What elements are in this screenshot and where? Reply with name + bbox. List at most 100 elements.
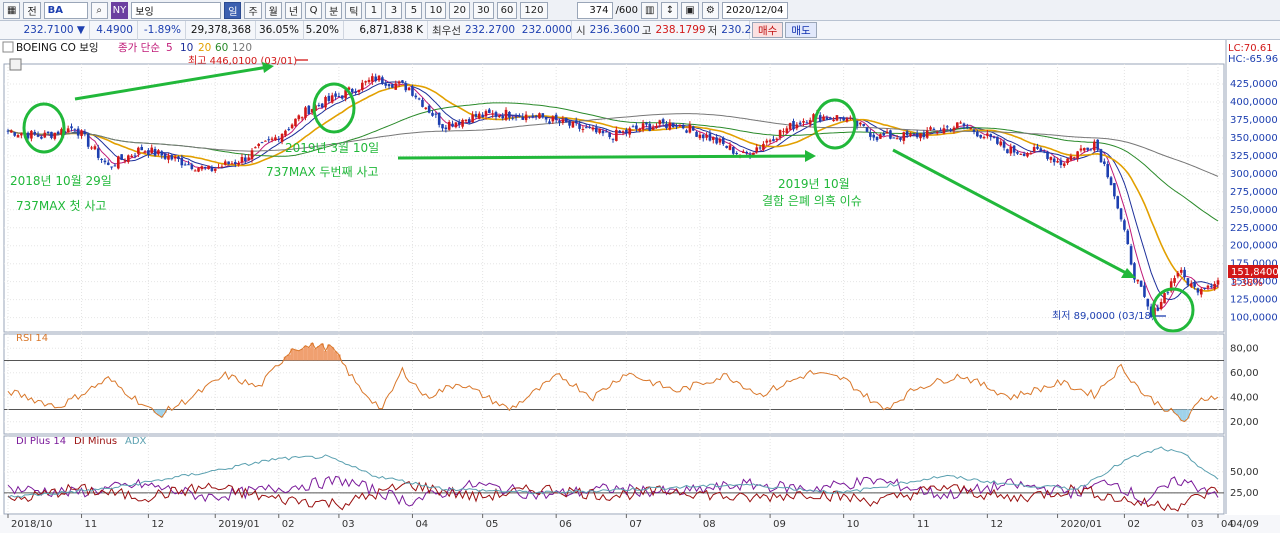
candle-body <box>618 130 621 134</box>
candle-body <box>862 123 865 126</box>
candle-body <box>86 133 90 147</box>
interval-20-button[interactable]: 20 <box>449 1 470 19</box>
legend-ma20: 20 <box>198 42 211 54</box>
x-tick-label: 03 <box>1191 519 1204 530</box>
interval-3-button[interactable]: 3 <box>385 1 403 19</box>
candle-body <box>50 131 53 138</box>
candle-body <box>558 120 561 123</box>
candle-body <box>1166 292 1170 294</box>
x-tick-label: 08 <box>703 519 716 530</box>
market-select[interactable]: 전 <box>23 1 41 19</box>
period-week-button[interactable]: 주 <box>244 1 262 19</box>
price-tick-label: 100,0000 <box>1230 313 1278 324</box>
period-tick-button[interactable]: 틱 <box>345 1 363 19</box>
candle-body <box>611 138 615 140</box>
date-input[interactable]: 2020/12/04 <box>721 1 788 19</box>
stock-chart[interactable]: 425,0000 400,0000 375,0000 350,0000 325,0000… <box>0 40 1280 533</box>
candle-body <box>424 107 428 109</box>
sell-button[interactable]: 매도 <box>785 22 817 38</box>
candle-body <box>187 164 190 166</box>
search-icon[interactable]: ⌕ <box>90 1 108 19</box>
settings-icon[interactable]: ⚙ <box>701 1 719 19</box>
candle-body <box>357 89 361 93</box>
candle-body <box>1026 153 1029 157</box>
candle-body <box>989 134 993 138</box>
period-year-button[interactable]: 년 <box>284 1 303 19</box>
price-tick-label: 275,0000 <box>1230 187 1278 198</box>
high-value: 238.1799 <box>655 24 706 36</box>
candle-body <box>1079 148 1083 151</box>
candle-body <box>240 157 244 163</box>
candle-body <box>203 166 207 168</box>
candle-body <box>668 122 672 130</box>
candle-body <box>641 123 645 130</box>
save-icon[interactable]: ▣ <box>681 1 699 19</box>
candle-body <box>982 137 986 139</box>
candle-body <box>902 132 906 141</box>
period-minute-button[interactable]: 분 <box>325 1 343 19</box>
candle-body <box>160 151 164 156</box>
candle-body <box>1052 158 1056 163</box>
candle-body <box>371 76 374 82</box>
candle-body <box>491 113 494 115</box>
interval-10-button[interactable]: 10 <box>425 1 447 19</box>
candle-body <box>106 162 110 165</box>
chart-type-icon[interactable]: ▥ <box>640 1 659 19</box>
symbol-input[interactable]: BA <box>43 1 88 19</box>
grid-icon[interactable]: ▦ <box>3 1 21 19</box>
candle-body <box>13 132 16 136</box>
chart-style-icon[interactable]: ↕ <box>661 1 679 19</box>
candle-body <box>655 126 658 128</box>
candle-body <box>56 131 60 135</box>
interval-5-button[interactable]: 5 <box>405 1 423 19</box>
candle-body <box>434 113 438 115</box>
candle-body <box>40 136 43 139</box>
interval-1-button[interactable]: 1 <box>365 1 383 19</box>
candle-body <box>792 120 795 130</box>
candle-body <box>414 95 418 98</box>
candle-body <box>391 84 394 88</box>
candle-body <box>675 125 678 127</box>
candle-body <box>1199 288 1203 295</box>
count-input[interactable]: 374 <box>576 1 613 19</box>
candle-body <box>588 126 591 128</box>
candle-body <box>979 134 982 138</box>
candle-body <box>264 140 267 142</box>
candle-body <box>304 107 307 118</box>
price-tick-label: 200,0000 <box>1230 241 1278 252</box>
period-quarter-button[interactable]: Q <box>305 1 323 19</box>
rsi-legend: RSI 14 <box>16 333 48 344</box>
candle-body <box>284 130 287 136</box>
candle-body <box>1136 279 1140 282</box>
stock-name-field: 보잉 <box>131 1 222 19</box>
candle-body <box>678 124 682 127</box>
legend-checkbox[interactable] <box>2 41 14 53</box>
x-tick-label: 2019/01 <box>218 519 260 530</box>
x-tick-label: 02 <box>282 519 295 530</box>
zoom-icon[interactable] <box>9 58 22 71</box>
interval-120-button[interactable]: 120 <box>520 1 548 19</box>
price-tick-label: 250,0000 <box>1230 205 1278 216</box>
candle-body <box>966 126 969 128</box>
x-tick-label: 04/09 <box>1230 519 1259 530</box>
candle-body <box>1123 220 1126 230</box>
candle-body <box>484 111 488 117</box>
candle-body <box>728 145 732 150</box>
candle-body <box>320 103 324 108</box>
candle-body <box>1072 157 1076 159</box>
buy-button[interactable]: 매수 <box>752 22 784 38</box>
legend-ma5: 5 <box>166 42 173 54</box>
arrow-line-2 <box>397 154 809 160</box>
period-month-button[interactable]: 월 <box>264 1 282 19</box>
scale-lc: LC:70.61 <box>1228 43 1273 54</box>
candle-body <box>922 132 926 138</box>
candle-body <box>1002 141 1006 148</box>
candle-body <box>1119 208 1123 220</box>
interval-30-button[interactable]: 30 <box>472 1 494 19</box>
rsi-title: RSI 14 <box>16 333 48 344</box>
candle-body <box>1009 146 1013 154</box>
high-label: 고 <box>641 24 652 37</box>
candle-body <box>1099 149 1103 163</box>
period-day-button[interactable]: 일 <box>224 1 242 19</box>
interval-60-button[interactable]: 60 <box>496 1 518 19</box>
